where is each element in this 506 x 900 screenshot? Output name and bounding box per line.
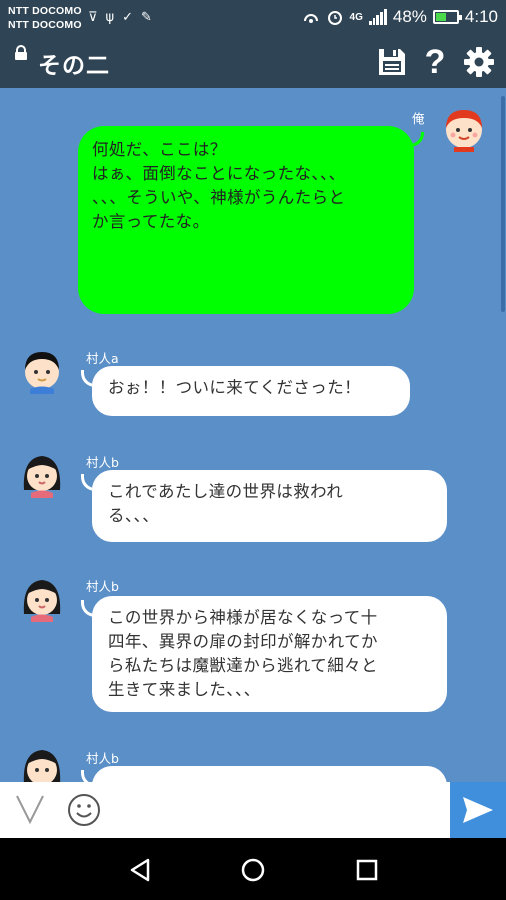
download-done-icon: ✓ <box>122 10 133 25</box>
message-line: この世界から神様が居なくなって十 <box>108 608 378 627</box>
carrier-line-2: NTT DOCOMO <box>8 19 82 31</box>
notification-icons: ⊽ ψ ✓ ✎ <box>88 10 152 25</box>
hero-avatar-icon[interactable] <box>440 104 488 152</box>
settings-icon[interactable] <box>462 45 496 79</box>
sender-name: 村人b <box>86 455 119 470</box>
villager-girl-avatar-icon[interactable] <box>18 744 66 782</box>
help-icon[interactable]: ? <box>420 44 450 80</box>
status-bar: NTT DOCOMO NTT DOCOMO ⊽ ψ ✓ ✎ 4G 48% 4:1… <box>0 0 506 36</box>
evernote-icon: ✎ <box>141 10 152 25</box>
back-icon[interactable] <box>128 857 152 883</box>
villager-boy-avatar-icon[interactable] <box>18 346 66 394</box>
carrier-line-1: NTT DOCOMO <box>8 5 82 17</box>
sender-name: 村人b <box>86 579 119 594</box>
signal-icon <box>368 9 387 25</box>
battery-level <box>435 13 447 21</box>
carrier-info: NTT DOCOMO NTT DOCOMO <box>8 4 82 32</box>
navigation-bar <box>0 838 506 900</box>
alarm-icon <box>327 11 342 25</box>
home-icon[interactable] <box>240 857 266 883</box>
message-bubble[interactable]: おぉ！！ついに来てくださった！ <box>81 366 410 416</box>
battery-percent: 48% <box>392 7 427 26</box>
chat-area[interactable]: 俺 何処だ、ここは？ はぁ、面倒なことになったな、、、 、、、そういや、神様がう… <box>0 88 506 782</box>
message-line: はぁ、面倒なことになったな、、、 <box>92 164 346 183</box>
lte-icon: 4G <box>349 11 363 23</box>
v-toggle-icon[interactable] <box>14 792 46 826</box>
usb-debug-icon: ψ <box>105 10 115 25</box>
send-icon <box>463 797 493 823</box>
message-input[interactable] <box>110 788 446 832</box>
message-bubble[interactable]: この世界から神様が居なくなって十 四年、異界の扉の封印が解かれてか ら私たちは魔… <box>81 596 447 712</box>
save-icon[interactable] <box>376 46 408 78</box>
villager-girl-avatar-icon[interactable] <box>18 574 66 622</box>
nfc-icon <box>303 14 318 23</box>
message-bubble[interactable]: これであたし達の世界は救われ る、、、 <box>81 470 447 542</box>
clock: 4:10 <box>464 7 498 26</box>
input-bar <box>0 782 506 838</box>
message-line: 四年、異界の扉の封印が解かれてか <box>108 632 378 651</box>
lock-icon <box>15 45 27 60</box>
sender-name: 俺 <box>412 111 425 126</box>
status-right: 4G 48% 4:10 <box>302 7 498 27</box>
message-line: これであたし達の世界は救われ <box>108 482 344 501</box>
message-bubble[interactable]: 何処だ、ここは？ はぁ、面倒なことになったな、、、 、、、そういや、神様がうんた… <box>78 126 424 314</box>
scrollbar[interactable] <box>501 96 505 312</box>
toolbar-actions: ? <box>376 44 496 80</box>
sender-name: 村人b <box>86 751 119 766</box>
message-line: か言ってたな。 <box>92 212 210 231</box>
message-line: ら私たちは魔獣達から逃れて細々と <box>108 656 378 675</box>
message-line: 生きて来ました、、、 <box>108 680 261 699</box>
message-line: 何処だ、ここは？ <box>92 140 227 159</box>
message-line: 、、、そういや、神様がうんたらと <box>92 188 346 207</box>
usb-icon: ⊽ <box>88 10 98 25</box>
message-line: る、、、 <box>108 506 160 525</box>
villager-girl-avatar-icon[interactable] <box>18 450 66 498</box>
smiley-icon[interactable] <box>66 792 102 828</box>
page-title: その二 <box>38 53 110 79</box>
recent-apps-icon[interactable] <box>356 859 378 881</box>
title-bar: その二 ? <box>0 36 506 88</box>
message-bubble[interactable] <box>81 766 447 782</box>
sender-name: 村人a <box>86 351 119 366</box>
battery-icon <box>432 10 462 24</box>
send-button[interactable] <box>450 782 506 838</box>
message-line: おぉ！！ついに来てくださった！ <box>108 378 362 397</box>
